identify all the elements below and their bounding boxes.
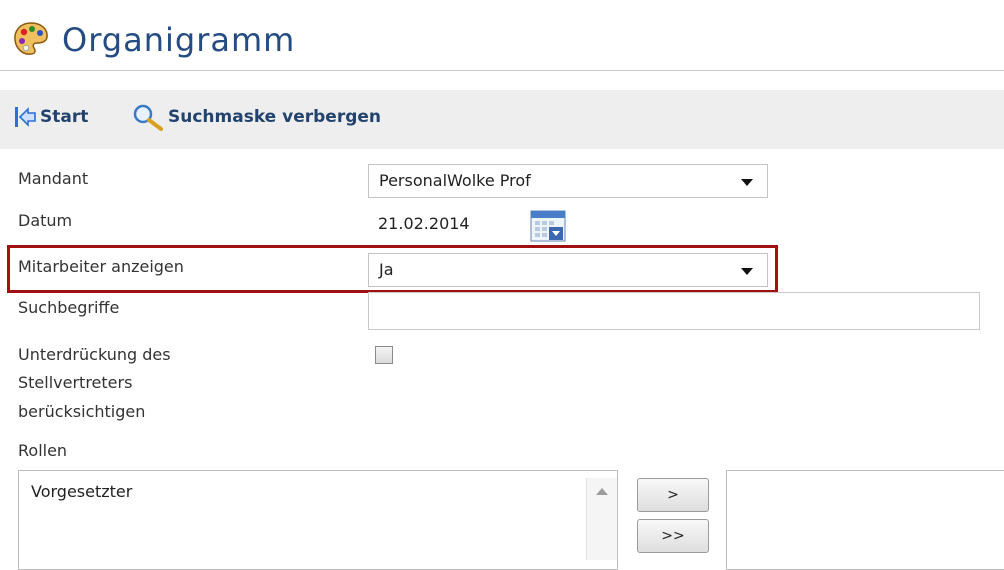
suchbegriffe-input[interactable] bbox=[368, 292, 980, 330]
add-all-button[interactable]: >> bbox=[637, 519, 709, 553]
chevron-down-icon bbox=[741, 179, 753, 186]
list-item[interactable]: Vorgesetzter bbox=[31, 481, 132, 503]
datum-value[interactable]: 21.02.2014 bbox=[378, 213, 470, 235]
datum-label: Datum bbox=[18, 211, 73, 230]
mandant-label: Mandant bbox=[18, 169, 89, 188]
toggle-search-mask-link[interactable]: Suchmaske verbergen bbox=[168, 106, 381, 128]
rollen-available-list[interactable]: Vorgesetzter bbox=[18, 470, 618, 570]
mitarbeiter-label: Mitarbeiter anzeigen bbox=[18, 257, 184, 276]
add-one-button[interactable]: > bbox=[637, 478, 709, 512]
rollen-selected-list[interactable] bbox=[726, 470, 1004, 570]
page-title: Organigramm bbox=[62, 21, 296, 59]
back-arrow-icon[interactable] bbox=[14, 106, 36, 128]
mandant-select-value: PersonalWolke Prof bbox=[379, 171, 531, 190]
calendar-icon[interactable] bbox=[530, 210, 566, 242]
magnifier-icon[interactable] bbox=[130, 103, 164, 131]
start-link[interactable]: Start bbox=[40, 106, 88, 128]
suchbegriffe-label: Suchbegriffe bbox=[18, 298, 120, 317]
unterdrueckung-label-line2: Stellvertreters bbox=[18, 373, 133, 392]
chevron-down-icon bbox=[741, 268, 753, 275]
rollen-label: Rollen bbox=[18, 441, 68, 460]
mitarbeiter-select-value: Ja bbox=[379, 260, 394, 279]
mitarbeiter-select[interactable]: Ja bbox=[368, 253, 768, 287]
unterdrueckung-checkbox[interactable] bbox=[375, 346, 393, 364]
unterdrueckung-label-line1: Unterdrückung des bbox=[18, 345, 171, 364]
list-scrollbar[interactable] bbox=[586, 478, 617, 560]
mandant-select[interactable]: PersonalWolke Prof bbox=[368, 164, 768, 198]
scroll-up-icon[interactable] bbox=[596, 488, 608, 495]
palette-icon bbox=[14, 22, 48, 55]
unterdrueckung-label-line3: berücksichtigen bbox=[18, 402, 146, 421]
